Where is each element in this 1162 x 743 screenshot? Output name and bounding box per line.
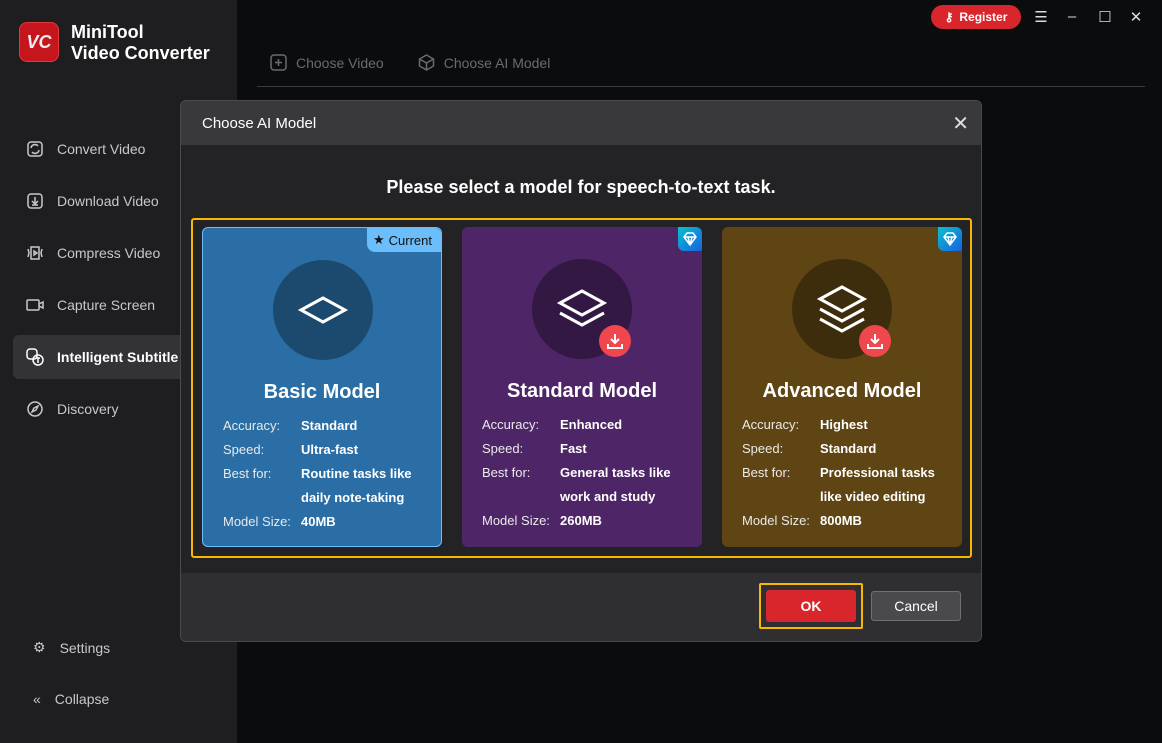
layer-icon	[273, 260, 373, 360]
settings-button[interactable]: ⚙ Settings	[33, 639, 110, 656]
model-card-basic[interactable]: ★ Current Basic Model Accuracy: Standard S…	[202, 227, 442, 547]
app-name: MiniTool Video Converter	[71, 22, 210, 63]
app-logo: VC	[19, 22, 59, 62]
cube-icon	[418, 54, 434, 71]
double-chevron-left-icon: «	[33, 691, 41, 707]
camera-icon	[26, 299, 44, 311]
cancel-button[interactable]: Cancel	[871, 591, 961, 621]
model-cards: ★ Current Basic Model Accuracy: Standard S…	[191, 218, 972, 558]
model-name: Basic Model	[263, 381, 381, 403]
steps: Choose Video Choose AI Model	[270, 54, 550, 71]
step-choose-ai-model: Choose AI Model	[418, 54, 550, 71]
menu-icon[interactable]: ☰	[1033, 8, 1049, 26]
model-specs: Accuracy: Enhanced Speed: Fast Best for: Ge…	[482, 417, 671, 528]
divider	[257, 86, 1145, 87]
dialog-title: Choose AI Model	[181, 101, 981, 145]
minimize-icon[interactable]: –	[1064, 8, 1080, 26]
choose-ai-model-dialog: Choose AI Model ✕ Please select a model …	[180, 100, 982, 642]
maximize-icon[interactable]: ☐	[1097, 8, 1113, 26]
model-specs: Accuracy: Standard Speed: Ultra-fast Best …	[223, 418, 412, 529]
model-name: Standard Model	[506, 380, 657, 402]
model-specs: Accuracy: Highest Speed: Standard Best for…	[742, 417, 935, 528]
dialog-prompt: Please select a model for speech-to-text…	[386, 177, 776, 197]
model-name: Advanced Model	[762, 380, 922, 402]
diamond-icon	[938, 227, 962, 251]
plus-square-icon	[270, 54, 287, 71]
collapse-button[interactable]: «Collapse	[33, 691, 109, 707]
subtitle-icon	[26, 348, 44, 366]
step-choose-video: Choose Video	[270, 54, 384, 71]
current-badge: ★ Current	[366, 228, 441, 252]
ok-button[interactable]: OK	[766, 590, 856, 622]
diamond-icon	[678, 227, 702, 251]
key-icon: ⚷	[944, 10, 954, 24]
download-model-icon[interactable]	[859, 325, 891, 357]
convert-icon	[27, 141, 43, 157]
download-icon	[27, 193, 43, 209]
dialog-footer: OK Cancel	[181, 573, 981, 641]
compass-icon	[27, 401, 43, 417]
star-icon: ★	[372, 232, 385, 247]
register-button[interactable]: ⚷ Register	[931, 5, 1021, 29]
model-card-advanced[interactable]: Advanced Model Accuracy: Highest Speed: St…	[722, 227, 962, 547]
dialog-close-icon[interactable]: ✕	[952, 111, 969, 136]
download-model-icon[interactable]	[599, 325, 631, 357]
gear-icon: ⚙	[33, 639, 46, 655]
close-icon[interactable]: ✕	[1128, 8, 1144, 26]
ok-focus-ring: OK	[759, 583, 863, 629]
compress-icon	[27, 246, 43, 260]
model-card-standard[interactable]: Standard Model Accuracy: Enhanced Speed: F…	[462, 227, 702, 547]
